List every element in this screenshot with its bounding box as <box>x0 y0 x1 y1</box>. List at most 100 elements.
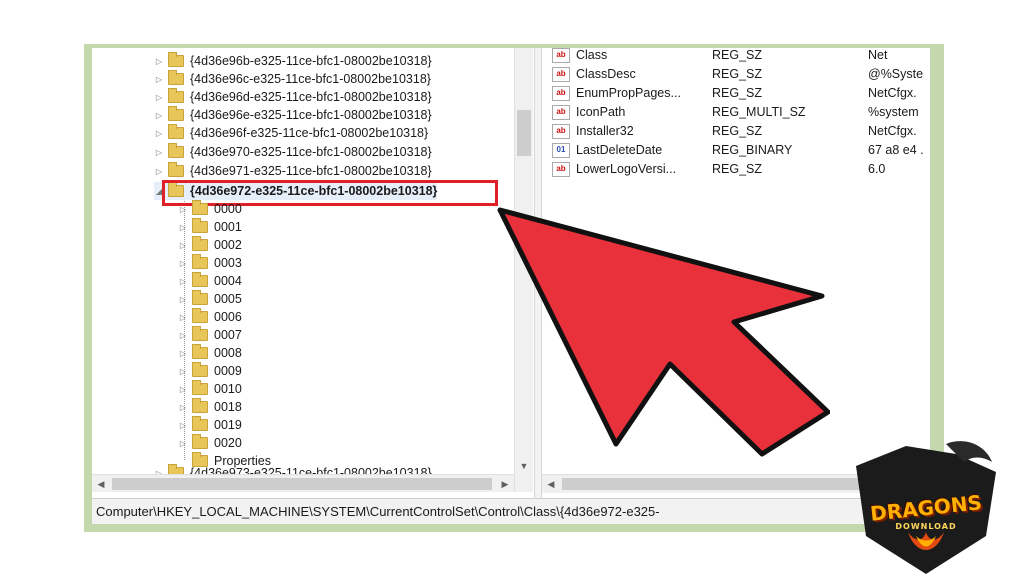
expand-icon[interactable]: ▷ <box>178 205 188 214</box>
expand-icon[interactable]: ▷ <box>154 57 164 66</box>
tree-item[interactable]: ▷ {4d36e971-e325-11ce-bfc1-08002be10318} <box>154 162 432 180</box>
tree-child-item[interactable]: ▷ 0020 <box>178 434 242 452</box>
scrollbar-thumb[interactable] <box>517 110 531 156</box>
registry-tree[interactable]: ▷ {4d36e96b-e325-11ce-bfc1-08002be10318} … <box>92 48 534 492</box>
expand-icon[interactable]: ▷ <box>178 349 188 358</box>
folder-icon <box>192 200 208 215</box>
tree-child-item[interactable]: ▷ 0003 <box>178 254 242 272</box>
scrollbar-thumb[interactable] <box>112 478 492 490</box>
tree-item-label: 0008 <box>214 346 242 360</box>
scrollbar-thumb[interactable] <box>562 478 862 490</box>
scroll-left-arrow-icon[interactable]: ◀ <box>92 476 110 492</box>
expand-icon[interactable]: ▷ <box>178 439 188 448</box>
tree-item-label: 0020 <box>214 436 242 450</box>
tree-item[interactable]: ▷ {4d36e96c-e325-11ce-bfc1-08002be10318} <box>154 70 431 88</box>
string-value-icon: ab <box>552 105 570 120</box>
tree-child-item[interactable]: ▷ 0009 <box>178 362 242 380</box>
tree-item[interactable]: ▷ {4d36e970-e325-11ce-bfc1-08002be10318} <box>154 143 432 161</box>
expand-icon[interactable]: ▷ <box>154 148 164 157</box>
value-name: EnumPropPages... <box>576 86 681 100</box>
tree-child-item[interactable]: ▷ 0019 <box>178 416 242 434</box>
tree-child-item[interactable]: ▷ 0001 <box>178 218 242 236</box>
expand-icon[interactable]: ▷ <box>178 385 188 394</box>
value-data: Net <box>868 48 888 62</box>
string-value-icon: ab <box>552 86 570 101</box>
value-row[interactable]: ab IconPath REG_MULTI_SZ %system <box>542 105 930 123</box>
tree-child-item[interactable]: ▷ 0018 <box>178 398 242 416</box>
tree-item-label: {4d36e96d-e325-11ce-bfc1-08002be10318} <box>190 90 432 104</box>
folder-icon <box>168 88 184 103</box>
string-value-icon: ab <box>552 48 570 63</box>
value-name: Class <box>576 48 608 62</box>
tree-item[interactable]: ▷ {4d36e96d-e325-11ce-bfc1-08002be10318} <box>154 88 432 106</box>
value-name: Installer32 <box>576 124 634 138</box>
tree-child-item[interactable]: ▷ 0007 <box>178 326 242 344</box>
folder-icon <box>168 162 184 177</box>
tree-item[interactable]: ▷ {4d36e96e-e325-11ce-bfc1-08002be10318} <box>154 106 432 124</box>
tree-child-item[interactable]: ▷ 0005 <box>178 290 242 308</box>
folder-icon <box>168 52 184 67</box>
dragons-download-logo: DRAGONS DOWNLOAD <box>836 436 1016 576</box>
folder-icon <box>192 344 208 359</box>
tree-item[interactable]: ▷ {4d36e96b-e325-11ce-bfc1-08002be10318} <box>154 52 432 70</box>
value-row[interactable]: ab Installer32 REG_SZ NetCfgx. <box>542 124 930 142</box>
expand-icon[interactable]: ▷ <box>154 111 164 120</box>
expand-icon[interactable]: ▷ <box>178 223 188 232</box>
value-type: REG_MULTI_SZ <box>712 105 806 119</box>
value-data: 6.0 <box>868 162 886 176</box>
value-name: ClassDesc <box>576 67 636 81</box>
tree-child-item[interactable]: ▷ 0000 <box>178 200 242 218</box>
expand-icon[interactable]: ▷ <box>178 367 188 376</box>
expand-icon[interactable]: ▷ <box>178 241 188 250</box>
folder-icon <box>168 70 184 85</box>
value-row[interactable]: ab Class REG_SZ Net <box>542 48 930 66</box>
folder-icon <box>168 124 184 139</box>
folder-icon <box>192 326 208 341</box>
tree-child-item[interactable]: ▷ 0004 <box>178 272 242 290</box>
tree-child-item[interactable]: ▷ 0008 <box>178 344 242 362</box>
tree-item-label: {4d36e96f-e325-11ce-bfc1-08002be10318} <box>190 126 429 140</box>
value-row[interactable]: ab ClassDesc REG_SZ @%Syste <box>542 67 930 85</box>
tree-item-label: {4d36e96c-e325-11ce-bfc1-08002be10318} <box>190 72 431 86</box>
expand-icon[interactable]: ▷ <box>154 167 164 176</box>
tree-item-label: {4d36e96b-e325-11ce-bfc1-08002be10318} <box>190 54 432 68</box>
folder-icon <box>192 272 208 287</box>
value-row[interactable]: 01 LastDeleteDate REG_BINARY 67 a8 e4 . <box>542 143 930 161</box>
tree-child-item[interactable]: ▷ 0002 <box>178 236 242 254</box>
tree-item-label: {4d36e970-e325-11ce-bfc1-08002be10318} <box>190 145 432 159</box>
expand-icon[interactable]: ▷ <box>154 75 164 84</box>
folder-icon <box>168 143 184 158</box>
value-row[interactable]: ab LowerLogoVersi... REG_SZ 6.0 <box>542 162 930 180</box>
binary-value-icon: 01 <box>552 143 570 158</box>
value-row[interactable]: ab EnumPropPages... REG_SZ NetCfgx. <box>542 86 930 104</box>
tree-child-item[interactable]: ▷ 0010 <box>178 380 242 398</box>
tree-item-label: 0004 <box>214 274 242 288</box>
expand-icon[interactable]: ▷ <box>178 403 188 412</box>
value-type: REG_SZ <box>712 124 763 138</box>
expand-icon[interactable]: ▷ <box>178 331 188 340</box>
folder-icon <box>192 308 208 323</box>
expand-icon[interactable]: ▷ <box>178 295 188 304</box>
string-value-icon: ab <box>552 124 570 139</box>
value-data: 67 a8 e4 . <box>868 143 924 157</box>
tree-horizontal-scrollbar[interactable]: ◀ ▶ <box>92 474 514 492</box>
expand-icon[interactable]: ▷ <box>154 129 164 138</box>
scroll-down-arrow-icon[interactable]: ▼ <box>515 458 533 474</box>
scroll-left-arrow-icon[interactable]: ◀ <box>542 476 560 492</box>
scroll-right-arrow-icon[interactable]: ▶ <box>496 476 514 492</box>
expand-icon[interactable]: ▷ <box>178 421 188 430</box>
expand-icon[interactable]: ▷ <box>178 313 188 322</box>
tree-item-label: 0019 <box>214 418 242 432</box>
value-type: REG_SZ <box>712 86 763 100</box>
expand-icon[interactable]: ▷ <box>154 93 164 102</box>
tree-child-item[interactable]: ▷ 0006 <box>178 308 242 326</box>
value-name: LowerLogoVersi... <box>576 162 677 176</box>
expand-icon[interactable]: ▷ <box>178 277 188 286</box>
value-data: NetCfgx. <box>868 86 917 100</box>
expand-icon[interactable]: ▷ <box>178 259 188 268</box>
folder-icon <box>192 416 208 431</box>
folder-icon <box>192 236 208 251</box>
tree-item[interactable]: ▷ {4d36e96f-e325-11ce-bfc1-08002be10318} <box>154 124 428 142</box>
folder-icon <box>192 398 208 413</box>
value-data: NetCfgx. <box>868 124 917 138</box>
